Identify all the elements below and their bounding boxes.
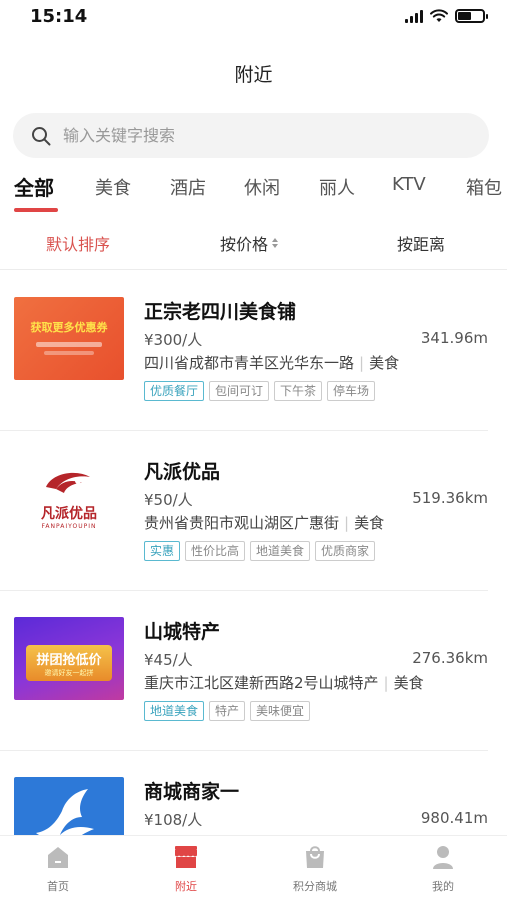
shop-image-text: 获取更多优惠券 xyxy=(30,321,108,334)
tab-leisure[interactable]: 休闲 xyxy=(244,174,280,200)
brand-logo-text-en: FANPAIYOUPIN xyxy=(41,523,97,530)
shop-address-text: 四川省成都市青羊区光华东一路 xyxy=(144,354,355,372)
user-icon xyxy=(433,846,453,869)
shop-address-text: 重庆市江北区建新西路2号山城特产 xyxy=(144,674,379,692)
status-bar: 15:14 xyxy=(0,0,507,36)
shop-image xyxy=(14,777,124,835)
tab-bags[interactable]: 箱包 xyxy=(466,174,502,200)
bottom-tab-bar: 首页 附近 积分商城 我的 xyxy=(0,835,507,900)
shop-distance: 519.36km xyxy=(412,489,488,507)
shop-tag: 美味便宜 xyxy=(250,701,311,721)
sort-distance-label: 按距离 xyxy=(397,235,446,254)
shop-distance: 341.96m xyxy=(420,329,488,347)
search-icon xyxy=(32,126,51,145)
tabbar-points-mall[interactable]: 积分商城 xyxy=(275,844,355,894)
shop-item[interactable]: 商城商家一 ¥108/人 980.41m xyxy=(0,751,488,835)
shop-distance: 276.36km xyxy=(412,649,488,667)
tabbar-label: 积分商城 xyxy=(293,880,337,893)
bag-icon xyxy=(306,846,324,868)
brand-logo-icon xyxy=(46,472,90,493)
shop-address: 重庆市江北区建新西路2号山城特产 | 美食 xyxy=(144,674,424,692)
shop-address: 贵州省贵阳市观山湖区广惠街 | 美食 xyxy=(144,514,385,532)
shop-image: 拼团抢低价 邀请好友一起拼 xyxy=(14,617,124,700)
shop-price: ¥50/人 xyxy=(144,491,193,509)
shop-address-text: 贵州省贵阳市观山湖区广惠街 xyxy=(144,514,340,532)
shop-tag: 实惠 xyxy=(144,541,181,561)
sort-arrows-icon xyxy=(272,238,279,248)
wifi-icon xyxy=(430,9,448,22)
cellular-signal-icon xyxy=(405,9,423,23)
shop-name: 商城商家一 xyxy=(144,781,240,803)
sort-default-label: 默认排序 xyxy=(46,235,111,254)
shop-image-text: 拼团抢低价 xyxy=(36,653,102,668)
tab-beauty[interactable]: 丽人 xyxy=(319,174,355,200)
tab-ktv[interactable]: KTV xyxy=(392,174,426,195)
shop-category: 美食 xyxy=(354,514,385,532)
shop-category: 美食 xyxy=(393,674,424,692)
page-title: 附近 xyxy=(234,64,273,86)
shop-price: ¥108/人 xyxy=(144,811,203,829)
tabbar-label: 我的 xyxy=(432,880,454,893)
shop-tag: 地道美食 xyxy=(144,701,205,721)
shop-tag: 地道美食 xyxy=(250,541,311,561)
active-tab-indicator xyxy=(14,208,58,212)
shop-item[interactable]: 凡派优品 FANPAIYOUPIN 凡派优品 ¥50/人 519.36km 贵州… xyxy=(0,431,488,591)
search-input[interactable] xyxy=(63,126,443,145)
shop-tag: 性价比高 xyxy=(185,541,246,561)
tabbar-nearby[interactable]: 附近 xyxy=(146,844,226,894)
tab-hotel[interactable]: 酒店 xyxy=(170,174,206,200)
category-tabs: 全部 美食 酒店 休闲 丽人 KTV 箱包 xyxy=(0,170,507,216)
tab-food[interactable]: 美食 xyxy=(95,174,131,200)
sort-bar: 默认排序 按价格 按距离 xyxy=(0,226,507,270)
sort-default-button[interactable]: 默认排序 xyxy=(46,231,110,255)
shop-distance: 980.41m xyxy=(420,809,488,827)
shop-tags: 优质餐厅 包间可订 下午茶 停车场 xyxy=(144,381,376,401)
bird-logo-icon xyxy=(36,789,94,835)
shop-image-subtext: 邀请好友一起拼 xyxy=(44,669,94,677)
shop-tag: 优质商家 xyxy=(315,541,376,561)
sort-price-button[interactable]: 按价格 xyxy=(220,231,279,255)
tab-all[interactable]: 全部 xyxy=(14,172,54,201)
tabbar-home[interactable]: 首页 xyxy=(18,844,98,894)
tabbar-profile[interactable]: 我的 xyxy=(403,844,483,894)
shop-name: 凡派优品 xyxy=(144,461,221,483)
shop-name: 山城特产 xyxy=(144,621,221,643)
brand-logo-text: 凡派优品 xyxy=(41,506,97,522)
shop-tags: 实惠 性价比高 地道美食 优质商家 xyxy=(144,541,376,561)
shop-item[interactable]: 获取更多优惠券 正宗老四川美食铺 ¥300/人 341.96m 四川省成都市青羊… xyxy=(0,271,488,431)
shop-image: 获取更多优惠券 xyxy=(14,297,124,380)
shop-list: 获取更多优惠券 正宗老四川美食铺 ¥300/人 341.96m 四川省成都市青羊… xyxy=(0,271,507,835)
shop-tag: 包间可订 xyxy=(209,381,270,401)
sort-price-label: 按价格 xyxy=(220,235,269,254)
search-bar[interactable] xyxy=(13,113,489,158)
tabbar-label: 附近 xyxy=(175,880,197,893)
shop-image: 凡派优品 FANPAIYOUPIN xyxy=(14,457,124,540)
shop-price: ¥45/人 xyxy=(144,651,193,669)
shop-tags: 地道美食 特产 美味便宜 xyxy=(144,701,311,721)
shop-tag: 停车场 xyxy=(327,381,376,401)
status-time: 15:14 xyxy=(30,6,88,27)
shop-tag: 优质餐厅 xyxy=(144,381,205,401)
shop-address: 四川省成都市青羊区光华东一路 | 美食 xyxy=(144,354,400,372)
shop-tag: 下午茶 xyxy=(274,381,323,401)
shop-item[interactable]: 拼团抢低价 邀请好友一起拼 山城特产 ¥45/人 276.36km 重庆市江北区… xyxy=(0,591,488,751)
shop-tag: 特产 xyxy=(209,701,246,721)
shop-category: 美食 xyxy=(369,354,400,372)
shop-price: ¥300/人 xyxy=(144,331,203,349)
tabbar-label: 首页 xyxy=(47,880,69,893)
home-icon xyxy=(48,847,68,868)
shop-icon xyxy=(175,846,197,868)
shop-name: 正宗老四川美食铺 xyxy=(144,301,297,323)
battery-icon xyxy=(455,9,488,23)
sort-distance-button[interactable]: 按距离 xyxy=(397,231,445,255)
